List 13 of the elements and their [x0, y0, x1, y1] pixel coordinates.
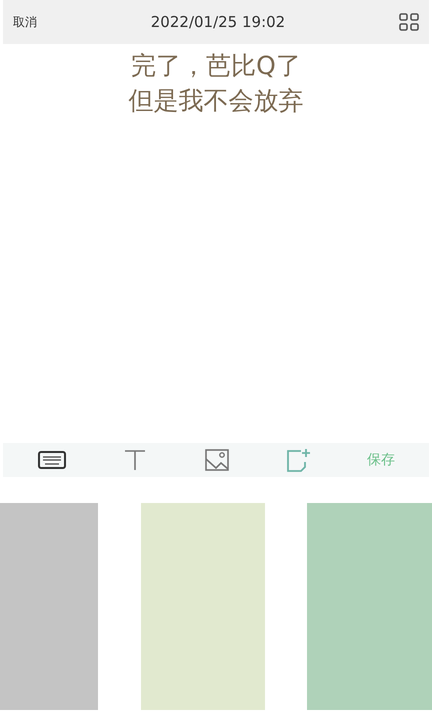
note-datetime: 2022/01/25 19:02 [150, 13, 286, 31]
keyboard-icon [38, 451, 66, 469]
color-swatch[interactable] [307, 503, 432, 710]
text-icon [124, 449, 146, 471]
color-swatch[interactable] [0, 503, 98, 710]
tool-button[interactable] [37, 451, 68, 469]
color-swatch[interactable] [140, 503, 264, 710]
grid-icon[interactable] [398, 13, 419, 31]
image-icon [204, 449, 229, 471]
note-text: 但是我不会放弃 [128, 85, 304, 117]
note-text: 完了，芭比Q了 [131, 50, 301, 82]
note-add-icon [286, 448, 312, 472]
cancel-button[interactable]: 取消 [13, 14, 37, 30]
